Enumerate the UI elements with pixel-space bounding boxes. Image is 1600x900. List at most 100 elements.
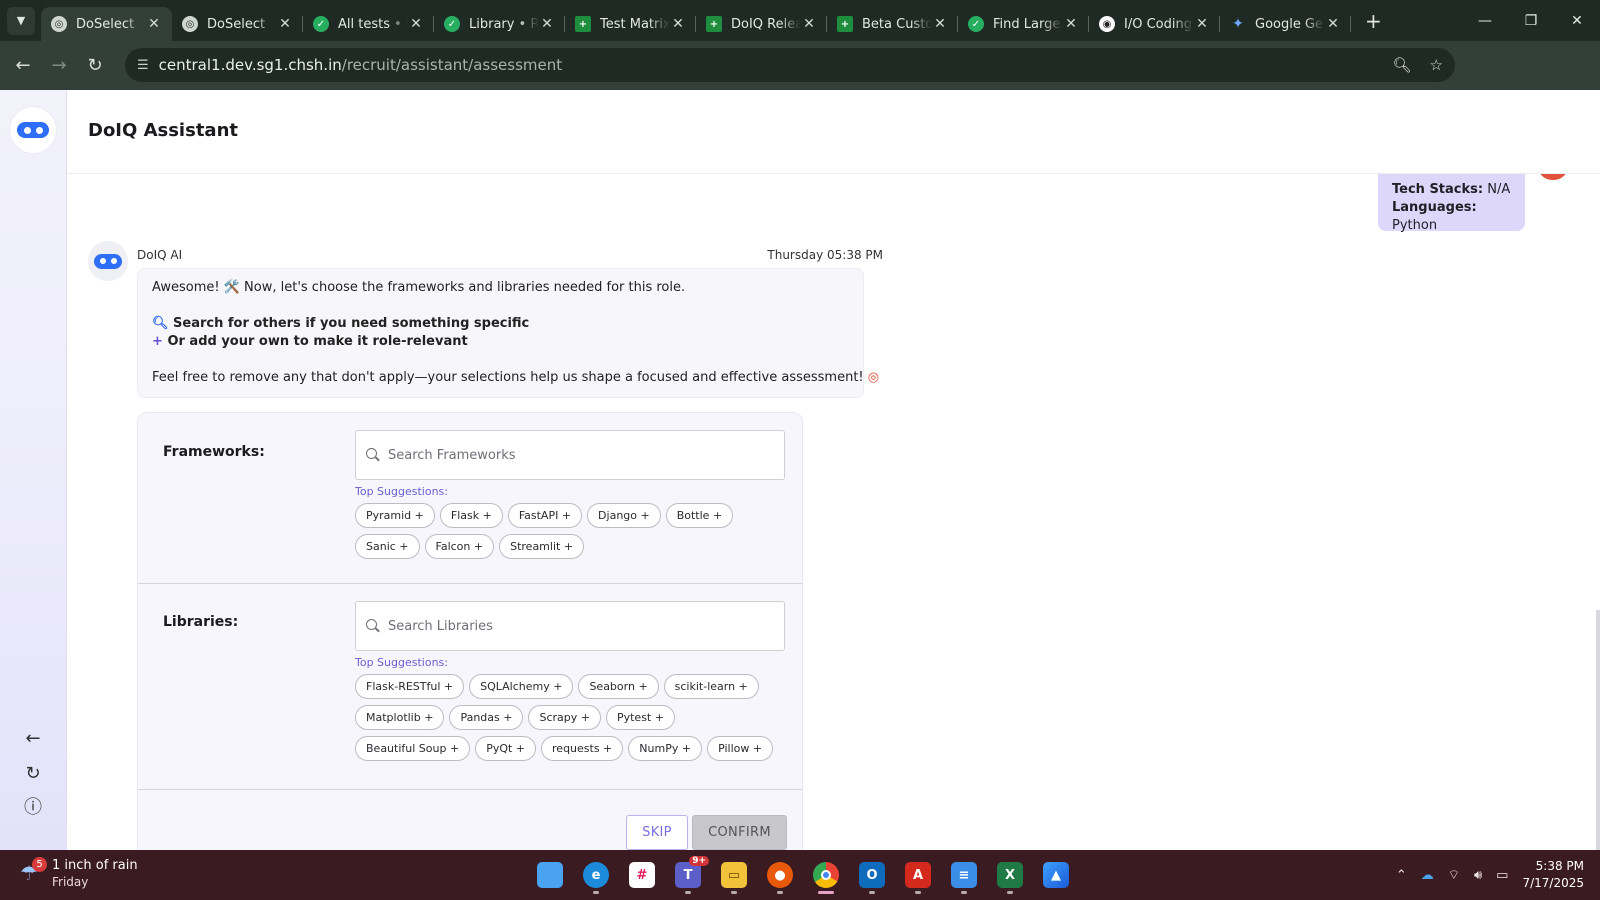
skip-button[interactable]: SKIP — [626, 815, 688, 850]
taskbar-firefox[interactable]: ● — [762, 856, 798, 894]
frameworks-search-placeholder: Search Frameworks — [388, 447, 516, 463]
suggestion-chip[interactable]: Beautiful Soup + — [355, 736, 471, 761]
suggestion-chip[interactable]: FastAPI + — [507, 503, 583, 528]
browser-tab[interactable]: + Beta Custo ✕ — [827, 7, 958, 41]
user-message-bubble: Tech Stacks: N/A Languages: Python — [1378, 174, 1525, 233]
clock-date: 7/17/2025 — [1522, 876, 1584, 890]
browser-tab[interactable]: ◎ DoSelect ✕ — [41, 7, 172, 41]
suggestion-chip[interactable]: Pytest + — [605, 705, 675, 730]
slack-icon: # — [629, 862, 655, 888]
close-tab-icon[interactable]: ✕ — [146, 16, 162, 32]
suggestion-chip[interactable]: scikit-learn + — [663, 674, 759, 699]
browser-tab[interactable]: ✦ Google Ge ✕ — [1220, 7, 1351, 41]
suggestion-chip[interactable]: Matplotlib + — [355, 705, 445, 730]
site-info-icon[interactable]: ☰ — [137, 58, 149, 73]
restore-button[interactable]: ❐ — [1508, 0, 1554, 41]
suggestion-chip[interactable]: Pillow + — [707, 736, 774, 761]
close-tab-icon[interactable]: ✕ — [932, 16, 948, 32]
close-tab-icon[interactable]: ✕ — [670, 16, 686, 32]
weather-widget[interactable]: ☂ 5 1 inch of rain Friday — [20, 857, 138, 890]
taskbar-file-explorer[interactable]: ▭ — [716, 856, 752, 894]
start-button[interactable] — [532, 856, 568, 894]
close-tab-icon[interactable]: ✕ — [408, 16, 424, 32]
forward-button[interactable]: → — [41, 55, 77, 76]
close-tab-icon[interactable]: ✕ — [1194, 16, 1210, 32]
browser-tab[interactable]: ✓ Library • R ✕ — [434, 7, 565, 41]
taskbar-edge[interactable]: e — [578, 856, 614, 894]
tab-search-button[interactable]: ▼ — [7, 6, 35, 35]
refresh-icon[interactable]: ↻ — [20, 761, 46, 787]
browser-tab-strip: ▼ ◎ DoSelect ✕ ◎ DoSelect ✕ ✓ All tests • R ✕ ✓ Li… — [0, 0, 1600, 41]
close-tab-icon[interactable]: ✕ — [1063, 16, 1079, 32]
close-tab-icon[interactable]: ✕ — [277, 16, 293, 32]
libraries-search-input[interactable]: Search Libraries — [355, 601, 785, 651]
suggestion-chip[interactable]: PyQt + — [475, 736, 537, 761]
taskbar-photos[interactable]: ▲ — [1038, 856, 1074, 894]
reload-button[interactable]: ↻ — [77, 55, 113, 76]
suggestion-chip[interactable]: Pandas + — [449, 705, 524, 730]
magnifier-icon: 🔍︎ — [152, 316, 169, 331]
taskbar-chrome[interactable] — [808, 856, 844, 894]
close-tab-icon[interactable]: ✕ — [539, 16, 555, 32]
suggestion-chip[interactable]: Flask + — [439, 503, 503, 528]
minimize-button[interactable]: — — [1462, 0, 1508, 41]
languages-value: Python — [1392, 218, 1438, 233]
weather-day: Friday — [52, 875, 89, 889]
excel-icon: X — [997, 862, 1023, 888]
confirm-button[interactable]: CONFIRM — [692, 815, 787, 850]
browser-tab[interactable]: ◉ I/O Coding ✕ — [1089, 7, 1220, 41]
address-bar[interactable]: ☰ central1.dev.sg1.chsh.in/recruit/assis… — [125, 48, 1455, 82]
browser-tab[interactable]: ✓ All tests • R ✕ — [303, 7, 434, 41]
suggestion-chip[interactable]: Scrapy + — [528, 705, 601, 730]
browser-tab[interactable]: + DoIQ Release✕ — [696, 7, 827, 41]
close-tab-icon[interactable]: ✕ — [801, 16, 817, 32]
taskbar-excel[interactable]: X — [992, 856, 1028, 894]
browser-tab[interactable]: ✓ Find Large ✕ — [958, 7, 1089, 41]
bookmark-star-icon[interactable]: ☆ — [1430, 56, 1443, 74]
chevron-up-icon[interactable]: ⌃ — [1396, 868, 1407, 883]
suggestion-chip[interactable]: Streamlit + — [499, 534, 585, 559]
frameworks-label: Frameworks: — [163, 444, 265, 460]
libraries-section: Libraries: Search Libraries Top Suggesti… — [138, 584, 802, 790]
doiq-logo[interactable] — [10, 107, 56, 153]
suggestion-chip[interactable]: NumPy + — [628, 736, 703, 761]
battery-icon[interactable]: ▭ — [1496, 868, 1508, 883]
libraries-search-placeholder: Search Libraries — [388, 618, 493, 634]
zoom-icon[interactable]: 🔍︎ — [1393, 56, 1412, 74]
taskbar-outlook[interactable]: O — [854, 856, 890, 894]
suggestion-chip[interactable]: Falcon + — [424, 534, 495, 559]
suggestion-chip[interactable]: Pyramid + — [355, 503, 435, 528]
frameworks-search-input[interactable]: Search Frameworks — [355, 430, 785, 480]
tab-title: Find Large — [993, 16, 1061, 32]
suggestion-chip[interactable]: Flask-RESTful + — [355, 674, 465, 699]
plus-icon: + — [152, 334, 163, 349]
suggestion-chip[interactable]: SQLAlchemy + — [469, 674, 574, 699]
suggestion-chip[interactable]: Seaborn + — [578, 674, 659, 699]
scrollbar-thumb[interactable] — [1596, 610, 1600, 850]
suggestion-chip[interactable]: requests + — [541, 736, 624, 761]
system-clock[interactable]: 5:38 PM 7/17/2025 — [1522, 858, 1584, 892]
info-icon[interactable]: ⓘ — [20, 795, 46, 821]
ai-message-line: Feel free to remove any that don't apply… — [152, 370, 864, 385]
taskbar-teams[interactable]: T 9+ — [670, 856, 709, 894]
close-window-button[interactable]: ✕ — [1554, 0, 1600, 41]
onedrive-icon[interactable]: ☁ — [1421, 868, 1434, 883]
new-tab-button[interactable]: + — [1365, 9, 1382, 33]
wifi-icon[interactable]: ⌔ — [1448, 867, 1460, 883]
chat-area[interactable]: Tech Stacks: N/A Languages: Python DoIQ … — [67, 174, 1600, 850]
browser-tab[interactable]: + Test Matrix ✕ — [565, 7, 696, 41]
taskbar-slack[interactable]: # — [624, 856, 660, 894]
volume-icon[interactable]: 🔊︎ — [1474, 868, 1482, 883]
taskbar-acrobat[interactable]: A — [900, 856, 936, 894]
edge-icon: e — [583, 862, 609, 888]
back-arrow-icon[interactable]: ← — [20, 726, 46, 752]
suggestion-chip[interactable]: Django + — [587, 503, 661, 528]
tab-title: Beta Custo — [862, 16, 932, 32]
taskbar-notepad[interactable]: ≡ — [946, 856, 982, 894]
suggestion-chip[interactable]: Bottle + — [665, 503, 734, 528]
back-button[interactable]: ← — [5, 55, 41, 76]
teams-icon: T 9+ — [675, 856, 709, 888]
suggestion-chip[interactable]: Sanic + — [355, 534, 420, 559]
close-tab-icon[interactable]: ✕ — [1325, 16, 1341, 32]
browser-tab[interactable]: ◎ DoSelect ✕ — [172, 7, 303, 41]
